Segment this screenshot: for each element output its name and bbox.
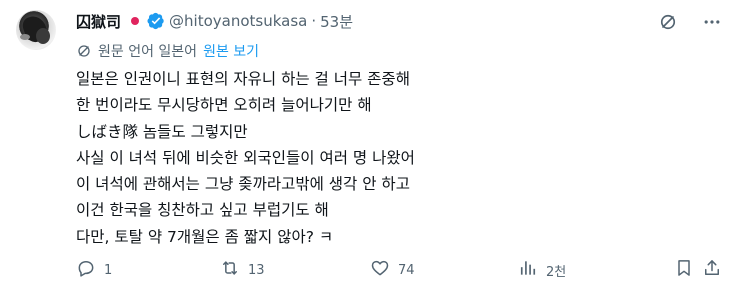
bookmark-icon bbox=[674, 258, 694, 282]
translation-notice: 원문 언어 일본어 원본 보기 bbox=[76, 40, 259, 62]
tweet-line: 사실 이 녀석 뒤에 비슷한 외국인들이 여러 명 나왔어 bbox=[76, 148, 415, 167]
more-options-icon[interactable] bbox=[702, 12, 722, 32]
like-count: 74 bbox=[398, 262, 415, 278]
bookmark-button[interactable] bbox=[674, 258, 694, 282]
reply-button[interactable]: 1 bbox=[76, 258, 112, 282]
retweet-count: 13 bbox=[248, 262, 265, 278]
like-button[interactable]: 74 bbox=[370, 258, 415, 282]
tweet-line: しばき隊 놈들도 그렇지만 bbox=[76, 122, 248, 141]
grok-icon[interactable] bbox=[658, 12, 678, 32]
reply-icon bbox=[76, 258, 96, 282]
tweet-line: 일본은 인권이니 표현의 자유니 하는 걸 너무 존중해 bbox=[76, 70, 410, 88]
retweet-icon bbox=[220, 258, 240, 282]
retweet-button[interactable]: 13 bbox=[220, 258, 265, 282]
author-handle[interactable]: @hitoyanotsukasa bbox=[169, 12, 307, 30]
japan-flag-icon bbox=[127, 13, 143, 29]
tweet-header: 囚獄司 @hitoyanotsukasa · 53분 bbox=[76, 10, 353, 32]
tweet-line: 한 번이라도 무시당하면 오히려 늘어나기만 해 bbox=[76, 96, 372, 115]
heart-icon bbox=[370, 258, 390, 282]
tweet-action-bar: 1 13 74 2천 bbox=[76, 258, 722, 282]
author-name[interactable]: 囚獄司 bbox=[76, 11, 121, 32]
share-button[interactable] bbox=[702, 258, 722, 282]
separator-dot: · bbox=[311, 12, 317, 30]
tweet-line: 이 녀석에 관해서는 그냥 좆까라고밖에 생각 안 하고 bbox=[76, 175, 410, 194]
tweet-top-actions bbox=[658, 12, 722, 32]
views-count: 2천 bbox=[546, 264, 567, 280]
tweet-text: 일본은 인권이니 표현의 자유니 하는 걸 너무 존중해 한 번이라도 무시당하… bbox=[76, 66, 716, 250]
tweet-timestamp[interactable]: 53분 bbox=[320, 11, 353, 32]
views-button[interactable]: 2천 bbox=[518, 258, 566, 282]
avatar[interactable] bbox=[16, 10, 56, 50]
show-original-link[interactable]: 원본 보기 bbox=[203, 41, 259, 61]
views-icon bbox=[518, 258, 538, 282]
share-icon bbox=[702, 258, 722, 282]
translate-globe-icon bbox=[76, 43, 92, 59]
tweet-line: 다만, 토탈 약 7개월은 좀 짧지 않아? ㅋ bbox=[76, 227, 334, 246]
verified-badge-icon[interactable] bbox=[147, 12, 165, 30]
reply-count: 1 bbox=[104, 262, 113, 278]
translation-source-label: 원문 언어 일본어 bbox=[98, 44, 198, 60]
tweet-line: 이건 한국을 칭찬하고 싶고 부럽기도 해 bbox=[76, 201, 329, 220]
